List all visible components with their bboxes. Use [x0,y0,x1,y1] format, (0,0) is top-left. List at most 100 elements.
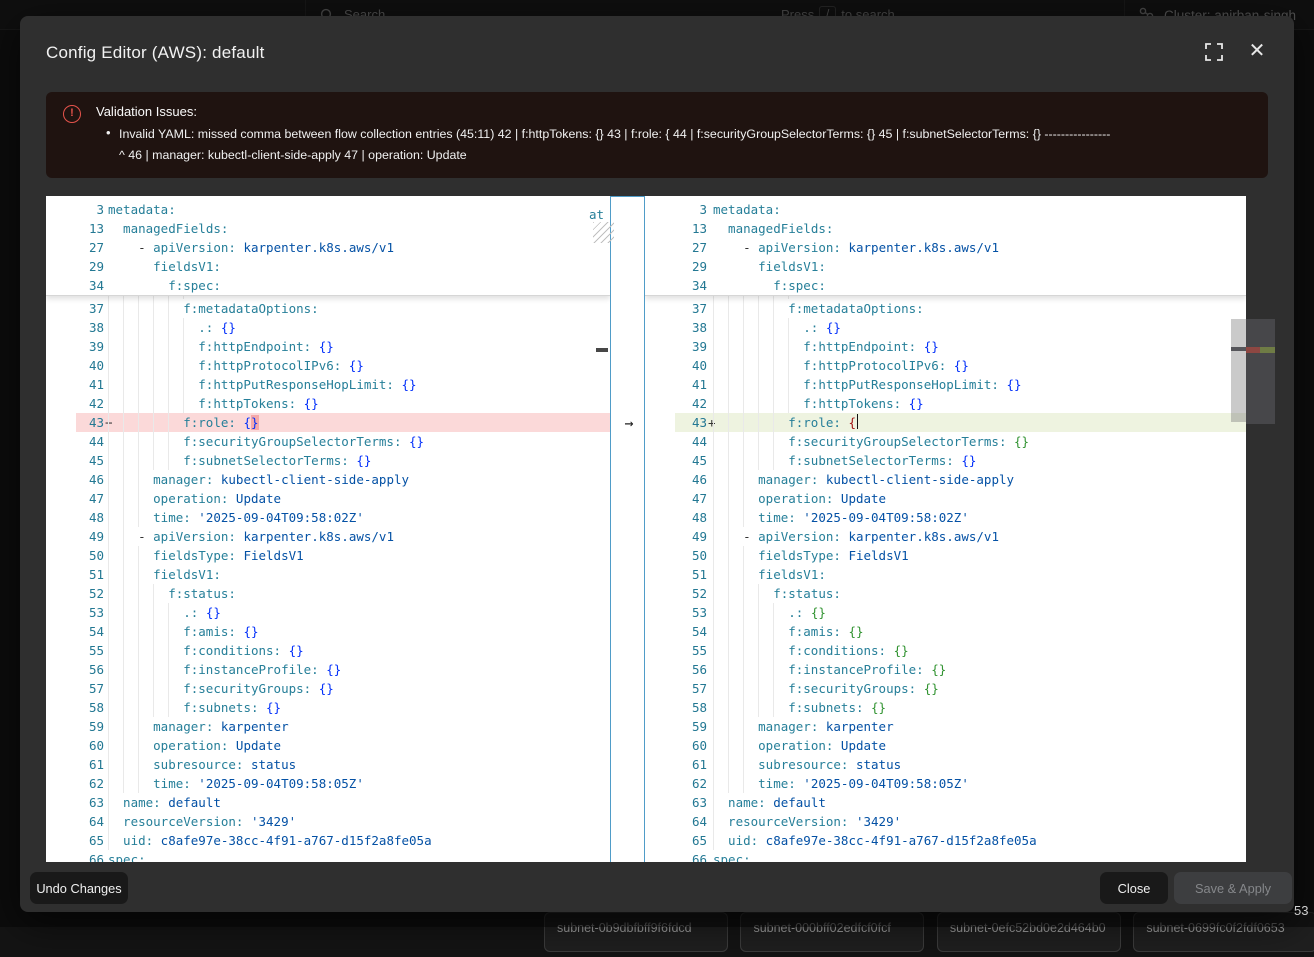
code-line-right-63[interactable]: 63name:default [645,793,1246,812]
code-line-left-61[interactable]: 61subresource:status [46,755,610,774]
code-line-left-52[interactable]: 52f:status: [46,584,610,603]
ruler-deletion-mark [1246,347,1260,353]
code-line-left-40[interactable]: 40f:httpProtocolIPv6:{} [46,356,610,375]
code-line-left-39[interactable]: 39f:httpEndpoint:{} [46,337,610,356]
code-line-left-41[interactable]: 41f:httpPutResponseHopLimit:{} [46,375,610,394]
code-line-left-44[interactable]: 44f:securityGroupSelectorTerms:{} [46,432,610,451]
line-number: 47 [645,489,707,508]
code-line-left-57[interactable]: 57f:securityGroups:{} [46,679,610,698]
validation-message-line2: ^ 46 | manager: kubectl-client-side-appl… [119,148,467,162]
code-line-right-59[interactable]: 59manager:karpenter [645,717,1246,736]
line-number: 44 [645,432,707,451]
code-line-right-51[interactable]: 51fieldsV1: [645,565,1246,584]
code-line-left-64[interactable]: 64resourceVersion:'3429' [46,812,610,831]
code-line-right-52[interactable]: 52f:status: [645,584,1246,603]
close-icon[interactable]: ✕ [1244,37,1270,65]
code-line-right-43[interactable]: 43+f:role:{ [645,413,1246,432]
line-number: 39 [46,337,104,356]
line-number: 41 [46,375,104,394]
ruler-addition-mark [1260,347,1275,353]
line-number: 63 [46,793,104,812]
line-number: 47 [46,489,104,508]
code-line-left-38[interactable]: 38.:{} [46,318,610,337]
code-line-left-47[interactable]: 47operation:Update [46,489,610,508]
scrollbar-slider[interactable] [1231,319,1246,422]
diff-pane-modified[interactable]: 36.:{}37f:metadataOptions:38.:{}39f:http… [645,196,1246,862]
code-line-left-63[interactable]: 63name:default [46,793,610,812]
code-line-left-49[interactable]: 49- apiVersion:karpenter.k8s.aws/v1 [46,527,610,546]
code-line-left-45[interactable]: 45f:subnetSelectorTerms:{} [46,451,610,470]
error-icon: ! [63,105,81,123]
code-line-right-46[interactable]: 46manager:kubectl-client-side-apply [645,470,1246,489]
code-line-right-58[interactable]: 58f:subnets:{} [645,698,1246,717]
code-line-right-64[interactable]: 64resourceVersion:'3429' [645,812,1246,831]
code-line-left-42[interactable]: 42f:httpTokens:{} [46,394,610,413]
code-line-left-43[interactable]: 43−f:role:{} [46,413,610,432]
code-line-left-50[interactable]: 50fieldsType:FieldsV1 [46,546,610,565]
diff-pane-original[interactable]: 36.:{}37f:metadataOptions:38.:{}39f:http… [46,196,610,862]
code-line-right-56[interactable]: 56f:instanceProfile:{} [645,660,1246,679]
line-number: 51 [645,565,707,584]
code-line-right-61[interactable]: 61subresource:status [645,755,1246,774]
code-line-right-50[interactable]: 50fieldsType:FieldsV1 [645,546,1246,565]
line-number: 64 [46,812,104,831]
sticky-line: 27- apiVersion:karpenter.k8s.aws/v1 [46,238,610,257]
line-number: 50 [645,546,707,565]
line-number: 59 [645,717,707,736]
code-line-right-65[interactable]: 65uid:c8afe97e-38cc-4f91-a767-d15f2a8fe0… [645,831,1246,850]
save-apply-button[interactable]: Save & Apply [1174,872,1292,904]
config-editor-modal: Config Editor (AWS): default ✕ ! Validat… [20,16,1294,912]
code-line-left-65[interactable]: 65uid:c8afe97e-38cc-4f91-a767-d15f2a8fe0… [46,831,610,850]
code-line-left-60[interactable]: 60operation:Update [46,736,610,755]
validation-title: Validation Issues: [96,104,197,119]
code-line-left-59[interactable]: 59manager:karpenter [46,717,610,736]
code-line-right-53[interactable]: 53.:{} [645,603,1246,622]
code-line-right-49[interactable]: 49- apiVersion:karpenter.k8s.aws/v1 [645,527,1246,546]
code-line-right-37[interactable]: 37f:metadataOptions: [645,299,1246,318]
fullscreen-button[interactable] [1204,42,1228,66]
code-line-left-55[interactable]: 55f:conditions:{} [46,641,610,660]
line-number: 40 [645,356,707,375]
line-number: 42 [645,394,707,413]
code-line-left-58[interactable]: 58f:subnets:{} [46,698,610,717]
code-line-left-48[interactable]: 48time:'2025-09-04T09:58:02Z' [46,508,610,527]
bullet-marker: • [106,125,111,140]
undo-changes-button[interactable]: Undo Changes [30,872,128,904]
code-line-left-62[interactable]: 62time:'2025-09-04T09:58:05Z' [46,774,610,793]
code-line-right-62[interactable]: 62time:'2025-09-04T09:58:05Z' [645,774,1246,793]
close-button[interactable]: Close [1100,872,1168,904]
code-line-left-56[interactable]: 56f:instanceProfile:{} [46,660,610,679]
sticky-line: 27- apiVersion:karpenter.k8s.aws/v1 [645,238,1246,257]
code-line-left-53[interactable]: 53.:{} [46,603,610,622]
code-line-right-47[interactable]: 47operation:Update [645,489,1246,508]
yaml-diff-editor[interactable]: 36.:{}37f:metadataOptions:38.:{}39f:http… [46,196,1275,862]
diff-hatch-region [593,222,614,243]
code-line-right-45[interactable]: 45f:subnetSelectorTerms:{} [645,451,1246,470]
code-line-left-54[interactable]: 54f:amis:{} [46,622,610,641]
diff-overview-ruler[interactable] [1246,196,1275,862]
code-line-right-39[interactable]: 39f:httpEndpoint:{} [645,337,1246,356]
line-number: 38 [645,318,707,337]
code-line-right-44[interactable]: 44f:securityGroupSelectorTerms:{} [645,432,1246,451]
line-number: 44 [46,432,104,451]
code-line-right-54[interactable]: 54f:amis:{} [645,622,1246,641]
code-line-right-57[interactable]: 57f:securityGroups:{} [645,679,1246,698]
code-line-right-48[interactable]: 48time:'2025-09-04T09:58:02Z' [645,508,1246,527]
code-line-left-51[interactable]: 51fieldsV1: [46,565,610,584]
validation-banner: ! Validation Issues: • Invalid YAML: mis… [46,92,1268,178]
code-line-left-46[interactable]: 46manager:kubectl-client-side-apply [46,470,610,489]
line-number: 62 [645,774,707,793]
code-line-right-41[interactable]: 41f:httpPutResponseHopLimit:{} [645,375,1246,394]
code-line-right-60[interactable]: 60operation:Update [645,736,1246,755]
line-number: 61 [645,755,707,774]
code-line-left-37[interactable]: 37f:metadataOptions: [46,299,610,318]
code-line-right-38[interactable]: 38.:{} [645,318,1246,337]
code-line-right-42[interactable]: 42f:httpTokens:{} [645,394,1246,413]
code-line-right-40[interactable]: 40f:httpProtocolIPv6:{} [645,356,1246,375]
diff-sash[interactable]: → [610,196,645,862]
code-line-right-66[interactable]: 66spec: [645,850,1246,862]
revert-arrow-icon[interactable]: → [618,414,640,433]
code-line-left-66[interactable]: 66spec: [46,850,610,862]
line-number: 49 [46,527,104,546]
code-line-right-55[interactable]: 55f:conditions:{} [645,641,1246,660]
